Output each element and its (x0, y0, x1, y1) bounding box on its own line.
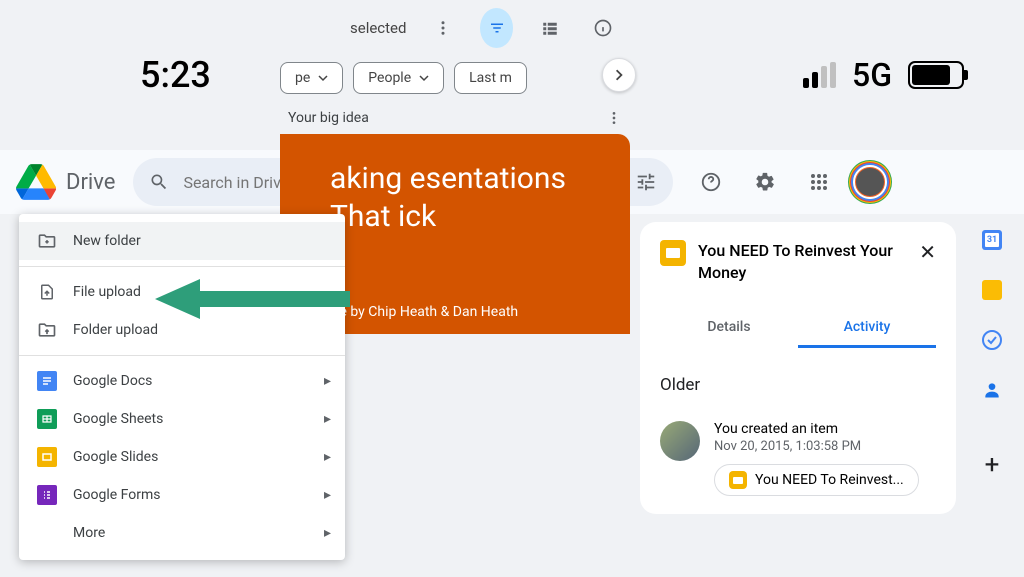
list-view-button[interactable] (533, 8, 566, 48)
menu-more[interactable]: More ▸ (19, 514, 345, 552)
details-panel: You NEED To Reinvest Your Money ✕ Detail… (640, 222, 956, 514)
search-icon (149, 172, 169, 192)
menu-google-sheets[interactable]: Google Sheets ▸ (19, 400, 345, 438)
calendar-rail-icon[interactable]: 31 (982, 230, 1002, 250)
menu-label: Google Forms (73, 487, 161, 503)
file-upload-icon (37, 282, 57, 302)
sheets-icon (37, 409, 57, 429)
menu-label: Google Docs (73, 373, 152, 389)
selection-toolbar: selected (280, 0, 630, 56)
selection-label: selected (350, 19, 406, 37)
apps-button[interactable] (799, 162, 839, 202)
menu-file-upload[interactable]: File upload (19, 273, 345, 311)
panel-title: You NEED To Reinvest Your Money (698, 240, 907, 283)
chevron-down-icon (419, 73, 429, 83)
more-options-button[interactable] (426, 8, 459, 48)
activity-timestamp: Nov 20, 2015, 1:03:58 PM (714, 439, 919, 454)
settings-button[interactable] (745, 162, 785, 202)
chevron-right-icon: ▸ (324, 411, 331, 427)
menu-label: New folder (73, 233, 141, 249)
menu-folder-upload[interactable]: Folder upload (19, 311, 345, 349)
slides-icon (37, 447, 57, 467)
chevron-right-icon: ▸ (324, 487, 331, 503)
chevron-right-icon (613, 69, 625, 81)
chevron-right-icon: ▸ (324, 449, 331, 465)
menu-label: File upload (73, 284, 141, 300)
activity-text: You created an item (714, 421, 919, 437)
chip-people[interactable]: People (353, 62, 444, 94)
preview-heading: aking esentations That ick (330, 160, 610, 235)
chevron-right-icon: ▸ (324, 373, 331, 389)
menu-label: Folder upload (73, 322, 158, 338)
battery-icon (908, 61, 964, 89)
app-name: Drive (66, 170, 115, 195)
slides-icon (660, 240, 686, 266)
close-button[interactable]: ✕ (919, 240, 936, 264)
tune-icon[interactable] (635, 171, 657, 193)
folder-upload-icon (37, 320, 57, 340)
top-icons (691, 162, 887, 202)
chip-scroll-right[interactable] (602, 58, 636, 92)
side-rail: 31 + (972, 230, 1012, 480)
activity-avatar (660, 421, 700, 461)
file-title: Your big idea (288, 110, 369, 126)
drive-logo-icon (16, 162, 56, 202)
menu-google-docs[interactable]: Google Docs ▸ (19, 362, 345, 400)
new-menu: New folder File upload Folder upload Goo… (19, 214, 345, 560)
tab-details[interactable]: Details (660, 309, 798, 348)
chevron-down-icon (318, 73, 328, 83)
docs-icon (37, 371, 57, 391)
chevron-right-icon: ▸ (324, 525, 331, 541)
menu-label: More (73, 525, 105, 541)
add-rail-button[interactable]: + (985, 450, 1000, 480)
drive-logo[interactable]: Drive (16, 162, 115, 202)
menu-google-slides[interactable]: Google Slides ▸ (19, 438, 345, 476)
signal-icon (803, 62, 836, 88)
tab-activity[interactable]: Activity (798, 309, 936, 348)
filter-chips: pe People Last m (280, 56, 630, 100)
forms-icon (37, 485, 57, 505)
new-folder-icon (37, 231, 57, 251)
clock: 5:23 (140, 54, 211, 96)
menu-label: Google Sheets (73, 411, 163, 427)
help-button[interactable] (691, 162, 731, 202)
network-label: 5G (852, 56, 892, 94)
activity-item: You created an item Nov 20, 2015, 1:03:5… (660, 421, 936, 496)
chip-text: You NEED To Reinvest... (755, 472, 904, 488)
slides-icon (729, 471, 747, 489)
menu-google-forms[interactable]: Google Forms ▸ (19, 476, 345, 514)
menu-label: Google Slides (73, 449, 158, 465)
activity-file-chip[interactable]: You NEED To Reinvest... (714, 464, 919, 496)
account-avatar[interactable] (853, 165, 887, 199)
keep-rail-icon[interactable] (982, 280, 1002, 300)
menu-new-folder[interactable]: New folder (19, 222, 345, 260)
tasks-rail-icon[interactable] (982, 330, 1002, 350)
section-older: Older (660, 375, 936, 395)
filter-button[interactable] (480, 8, 513, 48)
panel-tabs: Details Activity (660, 309, 936, 349)
contacts-rail-icon[interactable] (982, 380, 1002, 400)
chip-modified[interactable]: Last m (454, 62, 527, 94)
status-right: 5G (803, 56, 964, 94)
file-title-row: Your big idea (280, 100, 630, 134)
info-button[interactable] (587, 8, 620, 48)
more-vert-icon[interactable] (606, 110, 622, 126)
chip-type[interactable]: pe (280, 62, 343, 94)
